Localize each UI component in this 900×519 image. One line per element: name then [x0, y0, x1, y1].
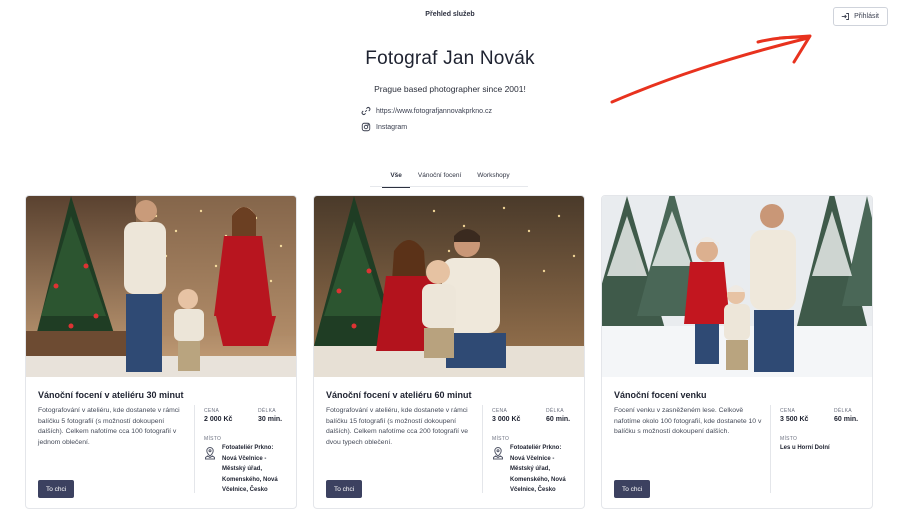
service-card[interactable]: Vánoční focení v ateliéru 60 minut Fotog… [313, 195, 585, 509]
map-pin-icon [493, 446, 503, 460]
service-card[interactable]: Vánoční focení v ateliéru 30 minut Fotog… [25, 195, 297, 509]
duration-label: DÉLKA [258, 408, 276, 414]
place-line: Včelnice, Česko [222, 487, 268, 494]
profile-name: Fotograf Jan Novák [365, 48, 535, 69]
place-line: Les u Horní Dolní [780, 445, 830, 451]
page-nav-title[interactable]: Přehled služeb [0, 11, 900, 18]
place-line: Komenského, Nová [510, 476, 566, 483]
login-button[interactable]: Přihlásit [833, 7, 888, 26]
place-line: Nová Včelnice - [510, 455, 555, 462]
service-card[interactable]: Vánoční focení venku Focení venku v zasn… [601, 195, 873, 509]
card-divider [194, 405, 195, 493]
duration-label: DÉLKA [546, 408, 564, 414]
service-photo [602, 196, 872, 377]
link-icon [361, 107, 371, 115]
service-description: Fotografování v ateliéru, kde dostanete … [326, 407, 469, 446]
price-label: CENA [780, 408, 796, 414]
place-line: Městský úřad, [222, 466, 263, 473]
service-photo [26, 196, 296, 377]
duration-value: 60 min. [834, 416, 859, 423]
map-pin-icon [205, 446, 215, 460]
price-value: 3 000 Kč [492, 416, 521, 423]
instagram-link[interactable]: Instagram [361, 122, 407, 132]
service-description: Focení venku v zasněženém lese. Celkově … [614, 407, 762, 436]
book-button[interactable]: To chci [614, 480, 651, 498]
login-button-label: Přihlásit [854, 13, 879, 20]
book-button[interactable]: To chci [38, 480, 75, 498]
place-line: Městský úřad, [510, 466, 551, 473]
place-line: Komenského, Nová [222, 476, 278, 483]
website-url: https://www.fotografjannovakprkno.cz [376, 107, 492, 115]
place-label: MÍSTO [492, 436, 510, 442]
service-title: Vánoční focení v ateliéru 30 minut [38, 390, 184, 400]
service-photo [314, 196, 584, 377]
service-title: Vánoční focení v ateliéru 60 minut [326, 390, 472, 400]
place-line: Včelnice, Česko [510, 487, 556, 494]
price-value: 3 500 Kč [780, 416, 809, 423]
card-divider [770, 405, 771, 493]
place-label: MÍSTO [204, 436, 222, 442]
profile-tagline: Prague based photographer since 2001! [374, 84, 526, 94]
price-value: 2 000 Kč [204, 416, 233, 423]
tab-christmas[interactable]: Vánoční focení [410, 168, 469, 188]
website-link[interactable]: https://www.fotografjannovakprkno.cz [361, 106, 492, 116]
duration-value: 30 min. [258, 416, 283, 423]
place-line: Fotoateliér Prkno: [510, 445, 562, 451]
login-icon [841, 13, 850, 20]
place-line: Nová Včelnice - [222, 455, 267, 462]
duration-value: 60 min. [546, 416, 571, 423]
instagram-icon [361, 122, 371, 132]
place-label: MÍSTO [780, 436, 798, 442]
price-label: CENA [492, 408, 508, 414]
instagram-label: Instagram [376, 123, 408, 131]
tab-all[interactable]: Vše [382, 168, 410, 188]
service-title: Vánoční focení venku [614, 390, 707, 400]
service-description: Fotografování v ateliéru, kde dostanete … [38, 407, 180, 446]
tab-workshops[interactable]: Workshopy [469, 168, 517, 188]
card-divider [482, 405, 483, 493]
price-label: CENA [204, 408, 220, 414]
category-tabs: Vše Vánoční focení Workshopy [0, 168, 900, 188]
duration-label: DÉLKA [834, 408, 852, 414]
place-line: Fotoateliér Prkno: [222, 445, 274, 451]
book-button[interactable]: To chci [326, 480, 363, 498]
